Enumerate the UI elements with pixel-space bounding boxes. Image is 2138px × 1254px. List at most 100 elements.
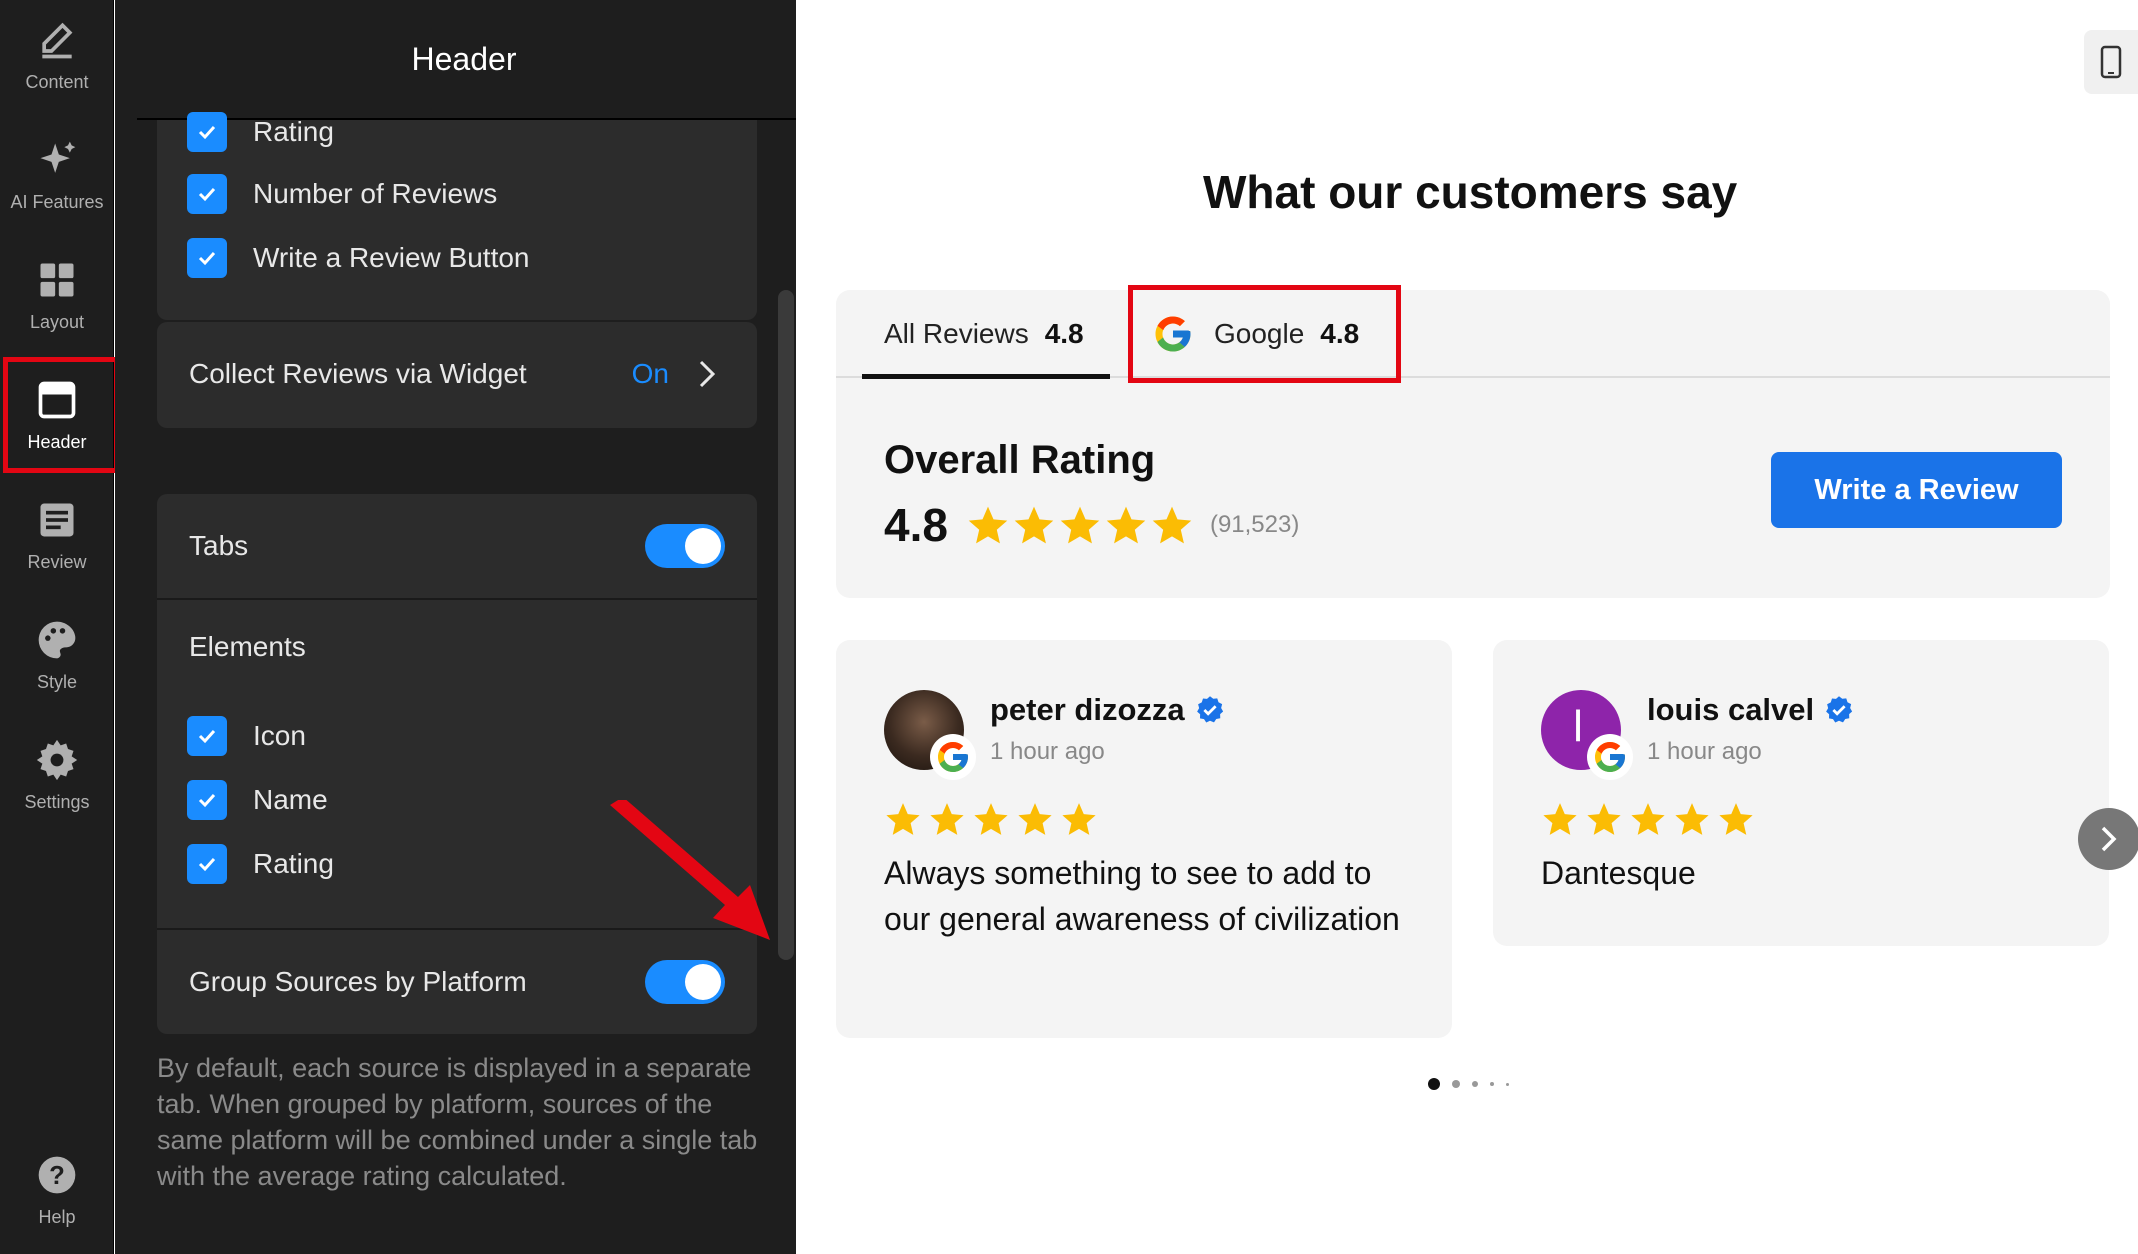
group-label: Group Sources by Platform <box>189 966 527 997</box>
rail-label: Layout <box>29 311 85 332</box>
review-card: l louis calvel 1 hour ago Dantesque <box>1493 640 2109 946</box>
tabs-label: Tabs <box>189 530 249 561</box>
check-rating[interactable]: Rating <box>187 112 334 152</box>
checkbox[interactable] <box>187 174 227 214</box>
rail-label: Settings <box>24 791 90 812</box>
group-sources-toggle[interactable] <box>645 960 725 1004</box>
rail-label: Review <box>27 551 87 572</box>
header-highlight-box <box>3 357 119 473</box>
settings-panel: Header Rating Number of Reviews Write a … <box>115 0 796 1254</box>
panel-scrollbar[interactable] <box>778 290 794 960</box>
check-icon <box>198 187 216 202</box>
collect-value: On <box>631 358 669 389</box>
rail-item-style[interactable]: Style <box>0 600 114 710</box>
active-tab-indicator <box>862 374 1110 379</box>
rail-item-help[interactable]: ? Help <box>0 1135 114 1245</box>
gear-icon <box>36 739 78 780</box>
checkbox[interactable] <box>187 112 227 152</box>
reviewer-name: peter dizozza <box>990 692 1225 728</box>
google-tab-highlight-box <box>1128 285 1401 383</box>
rail-item-layout[interactable]: Layout <box>0 240 114 350</box>
red-arrow-annotation <box>610 800 770 940</box>
checkbox[interactable] <box>187 844 227 884</box>
carousel-pagination <box>1428 1078 1521 1090</box>
palette-icon <box>38 621 76 658</box>
tabs-toggle[interactable] <box>645 524 725 568</box>
overall-stars <box>966 503 1196 547</box>
rail-label: Help <box>38 1206 76 1227</box>
tab-rating: 4.8 <box>1044 318 1084 349</box>
rail-item-content[interactable]: Content <box>0 0 114 110</box>
review-icon <box>40 503 74 536</box>
review-time: 1 hour ago <box>1647 738 1762 765</box>
toggle-knob <box>685 528 721 564</box>
rail-item-settings[interactable]: Settings <box>0 720 114 830</box>
star-icon <box>1675 803 1709 835</box>
phone-icon <box>2100 45 2122 79</box>
verified-badge-icon <box>1196 696 1223 723</box>
star-icon <box>968 506 1008 544</box>
review-text: Dantesque <box>1541 855 1696 891</box>
star-icon <box>1631 803 1665 835</box>
divider <box>157 598 757 600</box>
group-help-text: By default, each source is displayed in … <box>157 1053 758 1191</box>
check-label: Rating <box>253 848 334 879</box>
rail-item-ai-features[interactable]: AI Features <box>0 120 114 230</box>
star-icon <box>1543 803 1577 835</box>
review-time: 1 hour ago <box>990 738 1105 765</box>
pagination-dot-active[interactable] <box>1428 1078 1440 1090</box>
check-icon <box>198 857 216 872</box>
overall-rating-row: 4.8 (91,523) <box>884 498 1299 552</box>
widget-preview: What our customers say All Reviews 4.8 G… <box>796 0 2138 1254</box>
pagination-dot[interactable] <box>1506 1082 1509 1086</box>
checkbox[interactable] <box>187 716 227 756</box>
elements-label: Elements <box>189 631 306 662</box>
verified-badge-icon <box>1826 696 1853 723</box>
header-options-card: Rating Number of Reviews Write a Review … <box>157 112 757 320</box>
summary-block: All Reviews 4.8 Google 4.8 Overall Ratin… <box>836 285 2110 598</box>
tabs-row: Tabs <box>157 494 757 598</box>
panel-title: Header <box>411 40 517 77</box>
mobile-preview-button[interactable] <box>2084 30 2138 94</box>
overall-rating-value: 4.8 <box>884 499 948 551</box>
check-icon <box>198 125 216 140</box>
reviewer-name-text: peter dizozza <box>990 692 1185 727</box>
reviewer-name-text: louis calvel <box>1647 692 1815 727</box>
google-badge <box>1587 734 1633 780</box>
star-icon <box>1719 803 1753 835</box>
checkbox[interactable] <box>187 238 227 278</box>
star-icon <box>930 803 964 835</box>
chevron-right-icon <box>2101 826 2117 852</box>
pagination-dot[interactable] <box>1452 1080 1460 1088</box>
check-number-of-reviews[interactable]: Number of Reviews <box>187 174 497 214</box>
review-text: Always something to see to add to our ge… <box>884 855 1400 937</box>
panel-header: Header <box>137 0 796 120</box>
check-write-review-button[interactable]: Write a Review Button <box>187 238 530 278</box>
review-stars <box>1541 800 1761 838</box>
tab-all-reviews[interactable]: All Reviews 4.8 <box>884 290 1084 378</box>
elements-heading: Elements <box>157 602 757 692</box>
tabs-card: Tabs Elements Icon Name Rating Group Sou… <box>157 494 757 1034</box>
help-icon: ? <box>38 1156 76 1193</box>
avatar-initial: l <box>1573 702 1583 751</box>
pagination-dot[interactable] <box>1472 1081 1478 1087</box>
google-logo-icon <box>1595 742 1625 772</box>
sparkle-icon <box>40 141 76 173</box>
checkbox[interactable] <box>187 780 227 820</box>
star-icon <box>1152 506 1192 544</box>
rail-label: Content <box>25 71 89 92</box>
carousel-next-button[interactable] <box>2078 808 2138 870</box>
star-icon <box>1106 506 1146 544</box>
rail-item-review[interactable]: Review <box>0 480 114 590</box>
overall-rating-title: Overall Rating <box>884 438 1156 482</box>
tab-label: All Reviews <box>884 318 1029 349</box>
write-review-button[interactable]: Write a Review <box>1771 452 2062 528</box>
collect-reviews-row[interactable]: Collect Reviews via Widget On <box>157 322 757 428</box>
check-name-element[interactable]: Name <box>187 780 328 820</box>
check-icon-element[interactable]: Icon <box>187 716 306 756</box>
check-rating-element[interactable]: Rating <box>187 844 334 884</box>
star-icon <box>1014 506 1054 544</box>
toggle-knob <box>685 964 721 1000</box>
pagination-dot[interactable] <box>1490 1082 1494 1086</box>
svg-text:?: ? <box>49 1162 65 1190</box>
